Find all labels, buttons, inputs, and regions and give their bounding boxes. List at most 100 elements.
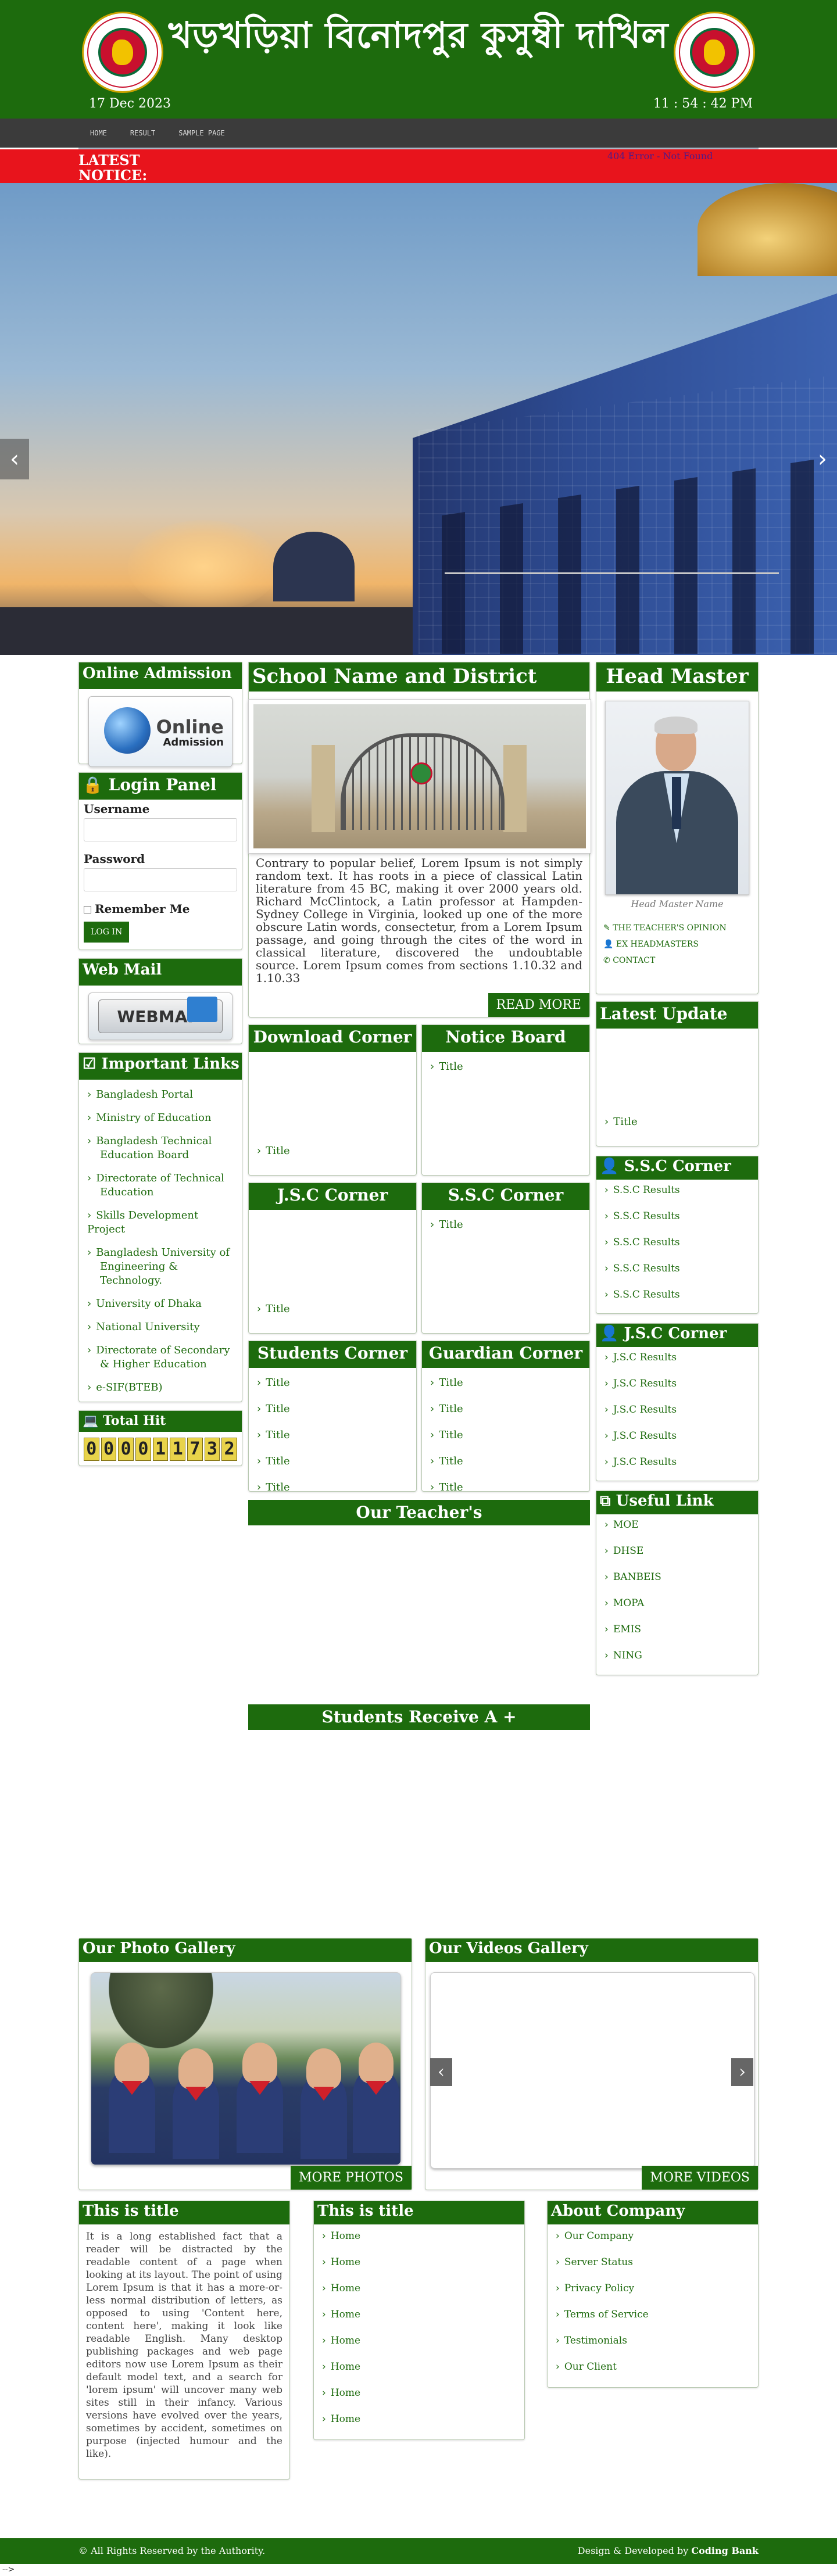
nav-item-sample-page[interactable]: SAMPLE PAGE (167, 129, 236, 137)
chevron-right-icon: › (257, 1303, 262, 1315)
list-item[interactable]: › S.S.C Results (604, 1183, 750, 1197)
chevron-right-icon: › (604, 1116, 609, 1128)
link-item[interactable]: › Directorate of Technical Education (87, 1171, 234, 1199)
school-description: Contrary to popular belief, Lorem Ipsum … (256, 856, 582, 985)
chevron-right-icon: › (556, 2283, 560, 2294)
list-item[interactable]: › Title (430, 1402, 581, 1416)
list-item[interactable]: › Our Company (556, 2229, 750, 2243)
list-item[interactable]: › Home (322, 2412, 516, 2426)
list-item[interactable]: › Testimonials (556, 2334, 750, 2348)
phone-icon: ✆ (603, 956, 610, 965)
link-item[interactable]: › University of Dhaka (87, 1297, 234, 1311)
developer-link[interactable]: Coding Bank (691, 2545, 759, 2556)
slider-next-button[interactable]: › (808, 439, 837, 479)
list-item[interactable]: › Home (322, 2334, 516, 2348)
link-item[interactable]: › Ministry of Education (87, 1111, 234, 1125)
list-item[interactable]: › Home (322, 2308, 516, 2321)
remember-checkbox[interactable] (84, 906, 91, 913)
list-item[interactable]: › Title (257, 1402, 408, 1416)
list-item[interactable]: › J.S.C Results (604, 1429, 750, 1443)
list-item[interactable]: › J.S.C Results (604, 1377, 750, 1391)
list-item[interactable]: › Privacy Policy (556, 2281, 750, 2295)
video-prev-button[interactable]: ‹ (430, 2058, 452, 2086)
link-item[interactable]: › Bangladesh Technical Education Board (87, 1134, 234, 1162)
list-item[interactable]: › MOPA (604, 1596, 750, 1610)
user-icon: 👤 (603, 940, 614, 949)
online-admission-panel: Online Admission Online Admission (78, 662, 242, 767)
list-item[interactable]: › S.S.C Results (604, 1209, 750, 1223)
list-item[interactable]: › Home (322, 2229, 516, 2243)
chevron-right-icon: › (556, 2230, 560, 2242)
list-item[interactable]: › Title (257, 1454, 408, 1468)
panel-title: S.S.C Corner (422, 1183, 589, 1210)
more-photos-button[interactable]: MORE PHOTOS (291, 2166, 412, 2190)
list-item[interactable]: › Home (322, 2360, 516, 2374)
list-item[interactable]: › Title (257, 1302, 290, 1316)
list-item[interactable]: › Home (322, 2281, 516, 2295)
online-admission-banner[interactable]: Online Admission (88, 696, 233, 767)
more-videos-button[interactable]: MORE VIDEOS (642, 2166, 758, 2190)
link-item[interactable]: › Directorate of Secondary & Higher Educa… (87, 1343, 234, 1371)
read-more-button[interactable]: READ MORE (488, 993, 589, 1017)
list-item[interactable]: › MOE (604, 1518, 750, 1532)
list-item[interactable]: › Title (430, 1218, 581, 1232)
list-item[interactable]: › J.S.C Results (604, 1455, 750, 1469)
username-input[interactable] (84, 818, 237, 841)
list-item[interactable]: › Title (430, 1376, 581, 1390)
video-next-button[interactable]: › (731, 2058, 753, 2086)
list-item[interactable]: › Title (257, 1481, 408, 1495)
link-item[interactable]: › Bangladesh Portal (87, 1088, 234, 1102)
panel-title: J.S.C Corner (249, 1183, 416, 1210)
list-item[interactable]: › Home (322, 2255, 516, 2269)
link-item[interactable]: › e-SIF(BTEB) (87, 1381, 234, 1395)
list-item[interactable]: › J.S.C Results (604, 1403, 750, 1417)
chevron-right-icon: › (604, 1430, 609, 1442)
list-item[interactable]: › BANBEIS (604, 1570, 750, 1584)
panel-title: 👤 J.S.C Corner (596, 1324, 758, 1347)
list-item[interactable]: › Our Client (556, 2360, 750, 2374)
list-item[interactable]: › Title (257, 1376, 408, 1390)
globe-icon (104, 707, 151, 754)
list-item[interactable]: › Title (430, 1454, 581, 1468)
contact-link[interactable]: ✆ CONTACT (603, 956, 751, 965)
list-item[interactable]: › Title (257, 1144, 290, 1158)
chevron-right-icon: › (87, 1112, 92, 1124)
panel-title: Notice Board (422, 1025, 589, 1052)
link-item[interactable]: › National University (87, 1320, 234, 1334)
list-item[interactable]: › NING (604, 1649, 750, 1663)
chevron-right-icon: › (322, 2309, 326, 2320)
chevron-right-icon: › (556, 2335, 560, 2346)
list-item[interactable]: › S.S.C Results (604, 1235, 750, 1249)
webmail-banner[interactable]: WEBMAIL (88, 993, 233, 1040)
panel-title: Our Videos Gallery (425, 1939, 758, 1962)
teachers-opinion-link[interactable]: ✎ THE TEACHER'S OPINION (603, 923, 751, 933)
list-item[interactable]: › Server Status (556, 2255, 750, 2269)
list-item[interactable]: › DHSE (604, 1544, 750, 1558)
photo-slide[interactable] (91, 1972, 401, 2165)
list-item[interactable]: › Home (322, 2386, 516, 2400)
list-item[interactable]: › Title (257, 1428, 408, 1442)
link-item[interactable]: › Skills Development Project (87, 1209, 234, 1237)
list-item[interactable]: › J.S.C Results (604, 1350, 750, 1364)
password-input[interactable] (84, 868, 237, 891)
list-item[interactable]: › Title (430, 1428, 581, 1442)
list-item[interactable]: › S.S.C Results (604, 1288, 750, 1302)
login-button[interactable]: LOG IN (84, 922, 130, 943)
link-item[interactable]: › Bangladesh University of Engineering & … (87, 1246, 234, 1288)
nav-item-home[interactable]: HOME (78, 129, 119, 137)
list-item[interactable]: › Terms of Service (556, 2308, 750, 2321)
panel-title: Students Corner (249, 1341, 416, 1368)
nav-item-result[interactable]: RESULT (119, 129, 167, 137)
ex-headmasters-link[interactable]: 👤 EX HEADMASTERS (603, 940, 751, 949)
video-player[interactable] (430, 1972, 754, 2169)
list-item[interactable]: › EMIS (604, 1622, 750, 1636)
list-item[interactable]: › Title (604, 1115, 638, 1129)
jsc-corner-panel: J.S.C Corner › Title (248, 1183, 417, 1334)
notice-marquee[interactable]: 404 Error - Not Found (607, 151, 713, 162)
slider-prev-button[interactable]: ‹ (0, 439, 29, 479)
list-item[interactable]: › Title (430, 1060, 581, 1074)
panel-title: 💻 Total Hit (79, 1411, 242, 1432)
list-item[interactable]: › S.S.C Results (604, 1262, 750, 1276)
list-item[interactable]: › Title (430, 1481, 581, 1495)
remember-me[interactable]: Remember Me (79, 900, 242, 918)
